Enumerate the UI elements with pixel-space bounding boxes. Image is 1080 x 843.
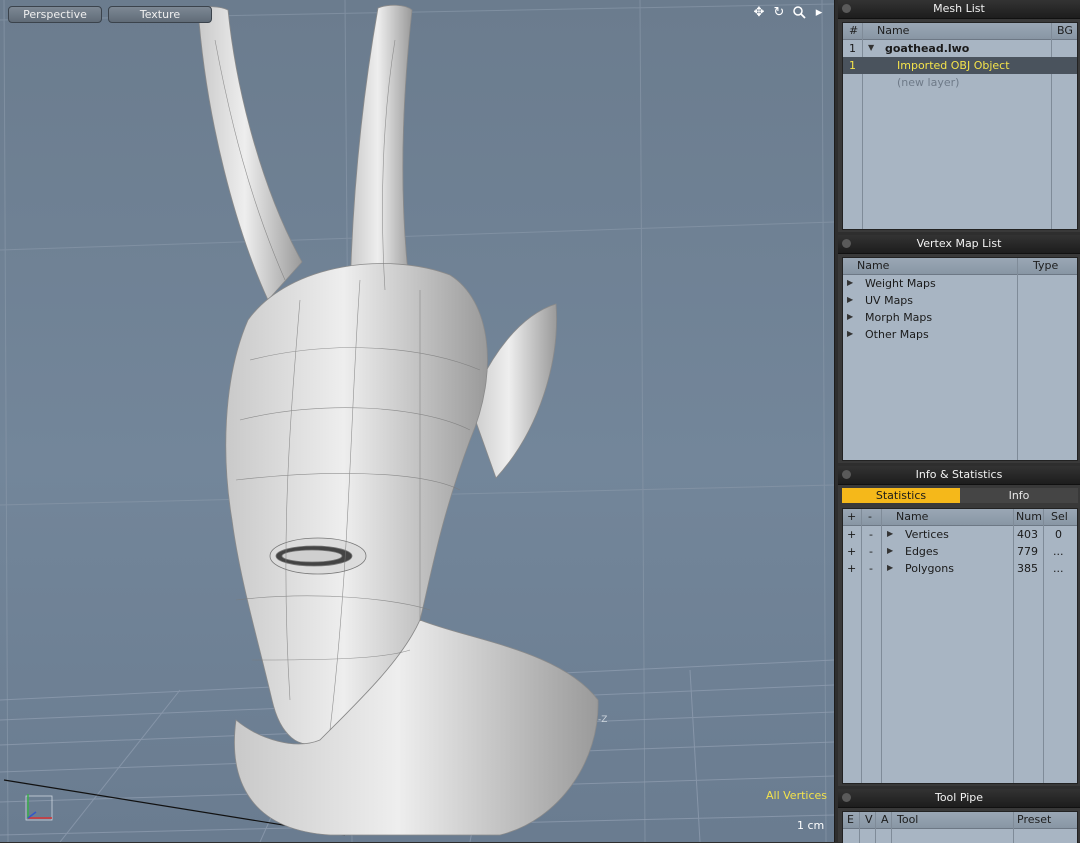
vertex-map-category[interactable]: ▶ UV Maps: [843, 292, 1077, 309]
add-button[interactable]: +: [847, 545, 856, 558]
column-header[interactable]: Tool: [897, 813, 918, 826]
table-header: Name Type: [843, 258, 1077, 275]
panel-title[interactable]: Tool Pipe: [838, 789, 1080, 808]
info-statistics-panel: Info & Statistics Statistics Info + - Na…: [838, 466, 1080, 786]
stats-tab-bar: Statistics Info: [842, 488, 1078, 503]
table-header: + - Name Num Sel: [843, 509, 1077, 526]
stat-sel: ...: [1053, 562, 1064, 575]
panel-grip-icon[interactable]: [842, 793, 851, 802]
tab-statistics[interactable]: Statistics: [842, 488, 960, 503]
column-header[interactable]: +: [847, 510, 856, 523]
tab-info[interactable]: Info: [960, 488, 1078, 503]
column-header[interactable]: -: [868, 510, 872, 523]
tool-pipe-panel: Tool Pipe E V A Tool Preset: [838, 789, 1080, 843]
vertex-map-category[interactable]: ▶ Other Maps: [843, 326, 1077, 343]
vertex-map-category[interactable]: ▶ Morph Maps: [843, 309, 1077, 326]
category-label: UV Maps: [865, 294, 914, 307]
new-layer-label: (new layer): [897, 76, 960, 89]
column-header[interactable]: Name: [896, 510, 928, 523]
column-header[interactable]: Num: [1016, 510, 1042, 523]
column-header[interactable]: Name: [877, 24, 909, 37]
category-label: Morph Maps: [865, 311, 933, 324]
new-layer-row[interactable]: (new layer): [843, 74, 1077, 91]
mesh-name: goathead.lwo: [885, 42, 970, 55]
expand-arrow-icon[interactable]: ▶: [847, 278, 853, 287]
mesh-list-panel: Mesh List # Name BG 1 ▼ goathead.lwo 1 I…: [838, 0, 1080, 232]
layer-name: Imported OBJ Object: [897, 59, 1010, 72]
remove-button[interactable]: -: [869, 545, 873, 558]
tool-pipe-table: E V A Tool Preset: [842, 811, 1078, 843]
stat-row-vertices[interactable]: + - ▶ Vertices 403 0: [843, 526, 1077, 543]
panel-grip-icon[interactable]: [842, 4, 851, 13]
view-type-button[interactable]: Perspective: [8, 6, 102, 23]
layer-number: 1: [849, 59, 856, 72]
move-icon[interactable]: ✥: [752, 6, 766, 20]
panel-grip-icon[interactable]: [842, 239, 851, 248]
column-header[interactable]: #: [849, 24, 858, 37]
axis-orientation-icon: [25, 794, 53, 821]
add-button[interactable]: +: [847, 528, 856, 541]
shading-mode-button[interactable]: Texture: [108, 6, 212, 23]
stat-row-polygons[interactable]: + - ▶ Polygons 385 ...: [843, 560, 1077, 577]
mesh-list-table: # Name BG 1 ▼ goathead.lwo 1 Imported OB…: [842, 22, 1078, 230]
expand-arrow-icon[interactable]: ▶: [887, 546, 893, 555]
expand-arrow-icon[interactable]: ▶: [887, 563, 893, 572]
panel-grip-icon[interactable]: [842, 470, 851, 479]
viewport-grid: -Z: [0, 0, 834, 842]
column-header[interactable]: E: [847, 813, 854, 826]
add-button[interactable]: +: [847, 562, 856, 575]
stat-num: 403: [1017, 528, 1038, 541]
column-header[interactable]: Name: [857, 259, 889, 272]
panel-title[interactable]: Vertex Map List: [838, 235, 1080, 254]
stat-num: 385: [1017, 562, 1038, 575]
expand-arrow-icon[interactable]: ▶: [847, 295, 853, 304]
zoom-icon[interactable]: [792, 6, 806, 20]
column-header[interactable]: Preset: [1017, 813, 1051, 826]
3d-viewport[interactable]: -Z Perspective Texture ✥ ↻ ▸ All Vertice…: [0, 0, 835, 842]
menu-arrow-icon[interactable]: ▸: [812, 6, 826, 20]
stat-row-edges[interactable]: + - ▶ Edges 779 ...: [843, 543, 1077, 560]
statistics-table: + - Name Num Sel + - ▶ Vertices 403 0 + …: [842, 508, 1078, 784]
vertex-map-table: Name Type ▶ Weight Maps ▶ UV Maps ▶ Morp…: [842, 257, 1078, 461]
expand-arrow-icon[interactable]: ▶: [847, 312, 853, 321]
category-label: Weight Maps: [865, 277, 936, 290]
column-header[interactable]: BG: [1057, 24, 1073, 37]
mesh-layer-row-selected[interactable]: 1 Imported OBJ Object: [843, 57, 1077, 74]
selection-mode-label: All Vertices: [766, 789, 828, 802]
remove-button[interactable]: -: [869, 562, 873, 575]
panel-title[interactable]: Info & Statistics: [838, 466, 1080, 485]
stat-name: Polygons: [905, 562, 954, 575]
vertex-map-category[interactable]: ▶ Weight Maps: [843, 275, 1077, 292]
column-header[interactable]: Type: [1033, 259, 1058, 272]
stat-name: Edges: [905, 545, 939, 558]
table-header: E V A Tool Preset: [843, 812, 1077, 829]
stat-sel: ...: [1053, 545, 1064, 558]
mesh-item-row[interactable]: 1 ▼ goathead.lwo: [843, 40, 1077, 57]
panel-title[interactable]: Mesh List: [838, 0, 1080, 19]
column-header[interactable]: A: [881, 813, 889, 826]
expand-arrow-icon[interactable]: ▶: [887, 529, 893, 538]
expand-arrow-icon[interactable]: ▶: [847, 329, 853, 338]
vertex-map-list-panel: Vertex Map List Name Type ▶ Weight Maps …: [838, 235, 1080, 463]
svg-text:-Z: -Z: [598, 715, 607, 725]
stat-sel: 0: [1055, 528, 1062, 541]
stat-name: Vertices: [905, 528, 949, 541]
table-header: # Name BG: [843, 23, 1077, 40]
category-label: Other Maps: [865, 328, 929, 341]
expand-arrow-icon[interactable]: ▼: [868, 43, 874, 52]
column-header[interactable]: Sel: [1051, 510, 1068, 523]
grid-scale-label: 1 cm: [797, 819, 825, 832]
rotate-icon[interactable]: ↻: [772, 6, 786, 20]
layer-number: 1: [849, 42, 856, 55]
stat-num: 779: [1017, 545, 1038, 558]
column-header[interactable]: V: [865, 813, 873, 826]
remove-button[interactable]: -: [869, 528, 873, 541]
